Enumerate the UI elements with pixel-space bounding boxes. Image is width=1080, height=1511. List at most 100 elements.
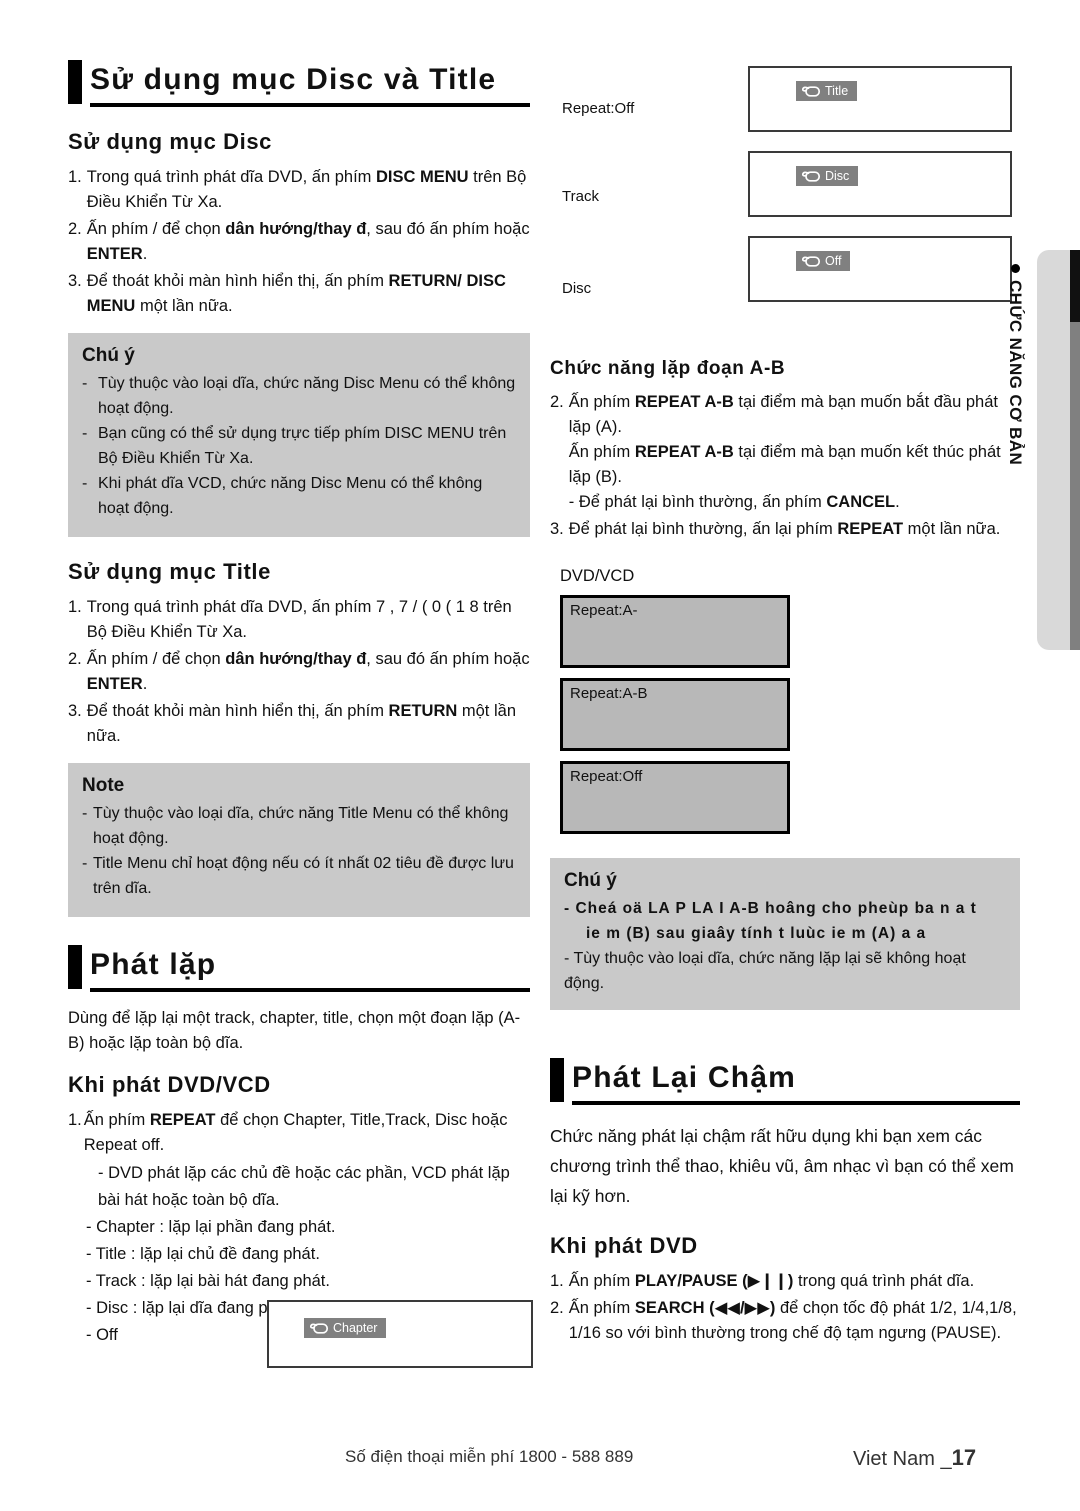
step-item: 2. Ấn phím SEARCH (◀◀/▶▶) để chọn tốc độ … [550,1296,1020,1346]
note-item-text: Khi phát dĩa VCD, chức năng Disc Menu có… [98,475,483,517]
step-item: 1. Trong quá trình phát dĩa DVD, ấn phím … [68,595,530,645]
ab-osd-box-list: Repeat:A- Repeat:A-B Repeat:Off [560,595,1020,834]
osd-chip-label: Off [825,254,842,268]
note-title-title: Note [82,775,125,796]
step-number: 3. [550,520,564,538]
step-number: 2. [68,650,82,668]
step-line: Ấn phím REPEAT A-B tại điểm mà bạn muốn … [568,393,998,436]
emphasis: PLAY/PAUSE (▶❙❙) [634,1272,794,1290]
right-column: Repeat:Off Track Disc Title Disc Off Chức nă… [550,58,1020,1348]
emphasis: dân hướng/thay đ [225,650,367,668]
osd-gray-box: Repeat:A- [560,595,790,668]
emphasis: REPEAT A-B [634,393,734,411]
note-item-text: Bạn cũng có thể sử dụng trực tiếp phím D… [98,425,507,467]
emphasis: REPEAT [837,520,904,538]
step-number: 1. [68,598,82,616]
osd-box-chapter: Chapter [267,1300,533,1368]
step-text: Ấn phím REPEAT A-B tại điểm mà bạn muốn … [569,390,1020,515]
heading-rule [90,103,530,107]
osd-group-repeat: Repeat:Off Track Disc Title Disc Off [550,58,1020,348]
dash-marker: - [82,805,88,822]
title-steps-list: 1. Trong quá trình phát dĩa DVD, ấn phím … [68,595,530,749]
note-item: - Bạn cũng có thể sử dụng trực tiếp phím … [82,421,516,471]
step-text: Để thoát khỏi màn hình hiển thị, ấn phím… [86,702,516,745]
repeat-loop-icon [310,1322,329,1334]
footer-page: 17 [951,1445,977,1470]
emphasis: SEARCH (◀◀/▶▶) [634,1299,776,1317]
step-number: 1. [68,1111,82,1129]
emphasis: ENTER [86,675,143,693]
emphasis: REPEAT A-B [634,443,734,461]
emphasis: dân hướng/thay đ [225,220,367,238]
section-heading-phat-lai-cham: Phát Lại Chậm [550,1056,1020,1105]
note-disc-items: - Tùy thuộc vào loại dĩa, chức năng Disc … [82,371,516,521]
osd-screen-box: Off [748,236,1012,302]
step-item: 3. Để thoát khỏi màn hình hiển thị, ấn ph… [68,269,530,319]
disc-steps-list: 1. Trong quá trình phát dĩa DVD, ấn phím … [68,165,530,319]
ab-repeat-step-3: 3. Để phát lại bình thường, ấn lại phím R… [550,517,1020,542]
step-text: Trong quá trình phát dĩa DVD, ấn phím DI… [86,168,527,211]
step-text: Ấn phím / để chọn dân hướng/thay đ, sau … [86,650,530,693]
osd-gray-box: Repeat:Off [560,761,790,834]
subheading-khi-phat-dvd: Khi phát DVD [550,1233,698,1258]
note-item: - Tùy thuộc vào loại dĩa, chức năng Title… [82,801,516,851]
slow-play-steps: 1. Ấn phím PLAY/PAUSE (▶❙❙) trong quá trì… [550,1269,1020,1346]
subheading-khi-phat-dvd-vcd: Khi phát DVD/VCD [68,1072,271,1097]
dash-item: - Title : lặp lại chủ đề đang phát. [86,1245,320,1263]
step-number: 3. [68,272,82,290]
side-tab-edge-top [1070,250,1080,322]
note-item: - Tùy thuộc vào loại dĩa, chức năng Disc … [82,371,516,421]
osd-chip: Title [796,81,858,101]
page-footer: Số điện thoại miễn phí 1800 - 588 889 Vi… [0,1445,1080,1487]
dash-marker: - [82,375,88,392]
note-item: - Khi phát dĩa VCD, chức năng Disc Menu c… [82,471,516,521]
osd-chip-chapter: Chapter [304,1318,387,1338]
osd-gray-label: Repeat:A- [570,602,638,619]
emphasis: REPEAT [149,1111,216,1129]
step-item: 2. Ấn phím / để chọn dân hướng/thay đ, sa… [68,217,530,267]
osd-chip-label: Disc [825,169,850,183]
step-item: 2. Ấn phím REPEAT A-B tại điểm mà bạn muố… [550,390,1020,515]
note-box-title: Note - Tùy thuộc vào loại dĩa, chức năng … [68,763,530,917]
step-text: Ấn phím PLAY/PAUSE (▶❙❙) trong quá trình… [568,1272,975,1290]
note-title-items: - Tùy thuộc vào loại dĩa, chức năng Title… [82,801,516,901]
heading-rule [90,988,530,992]
ab-repeat-step-2: 2. Ấn phím REPEAT A-B tại điểm mà bạn muố… [550,390,1020,515]
note-box-disc: Chú ý - Tùy thuộc vào loại dĩa, chức năng… [68,333,530,537]
osd-label: Disc [562,280,592,297]
note-item-text: Tùy thuộc vào loại dĩa, chức năng Title … [93,805,509,847]
slow-play-intro: Chức năng phát lại chậm rất hữu dụng khi… [550,1126,1014,1206]
dash-marker: - [82,475,88,492]
osd-gray-label: Repeat:Off [570,768,643,785]
emphasis: CANCEL [826,493,896,511]
page-title: Sử dụng mục Disc và Title [90,63,497,96]
section-title-phat-lap: Phát lặp [90,948,217,981]
side-tab-label: CHỨC NĂNG CƠ BẢN [1006,280,1026,466]
step-number: 2. [68,220,82,238]
step-item: 3. Để phát lại bình thường, ấn lại phím R… [550,517,1020,542]
step-item: 1. Ấn phím PLAY/PAUSE (▶❙❙) trong quá trì… [550,1269,1020,1294]
note-ab-garbled-line-1: - Cheá oä LA P LA I A-B hoâng cho pheùp … [564,900,977,917]
step-item: 3. Để thoát khỏi màn hình hiển thị, ấn ph… [68,699,530,749]
heading-rule [572,1101,1020,1105]
step-text: Trong quá trình phát dĩa DVD, ấn phím 7 … [86,598,512,641]
osd-chip-label: Title [825,84,849,98]
subheading-ab-repeat: Chức năng lặp đoạn A-B [550,358,786,379]
step-number: 1. [68,168,82,186]
section-heading-disc-title: Sử dụng mục Disc và Title [68,58,530,107]
subheading-su-dung-muc-disc: Sử dụng mục Disc [68,129,273,154]
note-title-ab: Chú ý [564,870,617,891]
dash-item: - DVD phát lặp các chủ đề hoặc các phần,… [98,1164,510,1209]
step-text: Ấn phím SEARCH (◀◀/▶▶) để chọn tốc độ ph… [568,1299,1017,1342]
dash-item: - Track : lặp lại bài hát đang phát. [86,1272,330,1290]
step-number: 3. [68,702,82,720]
bullet-dot-icon [1011,264,1020,273]
step-item: 1. Trong quá trình phát dĩa DVD, ấn phím … [68,165,530,215]
emphasis: RETURN [388,702,458,720]
footer-page-number: Viet Nam _17 [853,1445,976,1471]
manual-page: Sử dụng mục Disc và Title Sử dụng mục Di… [0,0,1080,1511]
step-text: Để thoát khỏi màn hình hiển thị, ấn phím… [86,272,506,315]
step-number: 2. [550,393,564,411]
note-title-disc: Chú ý [82,345,135,366]
heading-bar-marker [68,945,82,989]
